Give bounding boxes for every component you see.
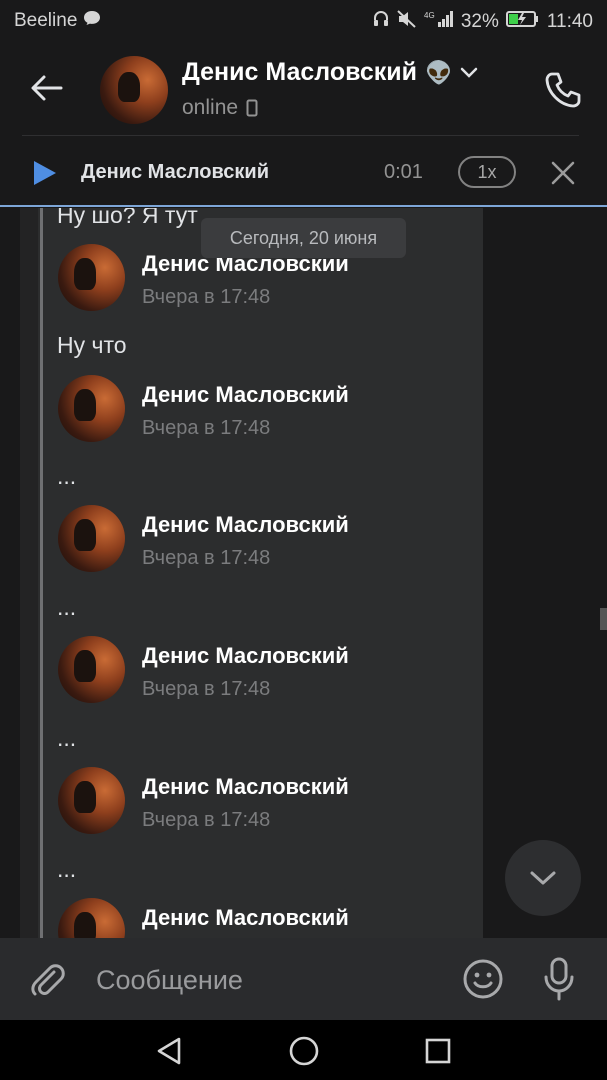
microphone-icon (544, 957, 574, 1001)
clock: 11:40 (546, 11, 593, 32)
message-text: ... (57, 856, 77, 882)
chat-header: Денис Масловский 👽 online (0, 42, 607, 136)
play-button[interactable] (30, 159, 58, 187)
contact-name: Денис Масловский (182, 58, 417, 86)
forward-date: Вчера в 17:48 (142, 678, 271, 700)
scrollbar-thumb[interactable] (600, 608, 607, 630)
message-text: ... (57, 463, 77, 489)
contact-status: online (182, 96, 239, 119)
system-navigation-bar (0, 1020, 607, 1080)
contact-title-row[interactable]: Денис Масловский 👽 (182, 58, 478, 87)
message-input[interactable] (96, 960, 436, 1000)
back-button[interactable] (22, 66, 72, 110)
triangle-back-icon (157, 1037, 181, 1065)
network-type-label: 4G (424, 11, 435, 20)
emoji-button[interactable] (460, 956, 506, 1002)
signal-icon: 4G (424, 10, 454, 34)
paperclip-icon (31, 964, 65, 996)
forward-date: Вчера в 17:48 (142, 809, 271, 831)
forward-author[interactable]: Денис Масловский (142, 643, 349, 669)
forward-author[interactable]: Денис Масловский (142, 905, 349, 931)
contact-status-row: online (182, 96, 258, 120)
chevron-down-icon (461, 67, 478, 78)
player-title: Денис Масловский (81, 161, 269, 183)
battery-charging-icon (505, 10, 540, 34)
mute-icon (397, 10, 417, 34)
forward-date: Вчера в 17:48 (142, 417, 271, 439)
message-list[interactable]: Ну шо? Я тут Денис Масловский Вчера в 17… (0, 208, 607, 938)
message-text: ... (57, 725, 77, 751)
forward-date: Вчера в 17:48 (142, 286, 271, 308)
forward-author[interactable]: Денис Масловский (142, 382, 349, 408)
attach-button[interactable] (24, 956, 70, 1002)
player-close-button[interactable] (545, 155, 581, 191)
chat-left-strip (20, 208, 38, 938)
carrier-name: Beeline (14, 10, 78, 31)
forward-avatar[interactable] (58, 375, 125, 442)
player-time: 0:01 (384, 161, 423, 183)
headset-icon (372, 10, 390, 34)
forward-author[interactable]: Денис Масловский (142, 774, 349, 800)
forward-author[interactable]: Денис Масловский (142, 512, 349, 538)
forward-avatar[interactable] (58, 505, 125, 572)
playback-speed-button[interactable]: 1x (458, 156, 516, 188)
message-text: ... (57, 594, 77, 620)
nav-recents-button[interactable] (421, 1034, 455, 1068)
forward-date: Вчера в 17:48 (142, 547, 271, 569)
smile-icon (463, 959, 503, 999)
message-text: Ну шо? Я тут (57, 208, 198, 228)
nav-back-button[interactable] (152, 1034, 186, 1068)
message-icon (83, 10, 101, 32)
play-icon (34, 161, 56, 185)
audio-player-bar[interactable]: Денис Масловский 0:01 1x (0, 137, 607, 207)
forward-avatar[interactable] (58, 244, 125, 311)
scroll-to-bottom-button[interactable] (505, 840, 581, 916)
phone-icon (545, 72, 581, 108)
date-separator-chip: Сегодня, 20 июня (201, 218, 406, 258)
chat-right-area (483, 208, 607, 938)
voice-record-button[interactable] (536, 954, 582, 1004)
alien-emoji-icon: 👽 (425, 59, 453, 85)
message-text: Ну что (57, 332, 127, 358)
close-icon (551, 161, 575, 185)
chevron-down-icon (530, 871, 556, 885)
call-button[interactable] (539, 66, 587, 114)
status-bar: Beeline 4G 32% 11:40 (0, 0, 607, 42)
contact-avatar[interactable] (100, 56, 168, 124)
nav-home-button[interactable] (287, 1034, 321, 1068)
message-composer (0, 938, 607, 1020)
forward-avatar[interactable] (58, 767, 125, 834)
forward-avatar[interactable] (58, 636, 125, 703)
phone-device-icon (246, 99, 258, 117)
square-recents-icon (425, 1038, 451, 1064)
arrow-left-icon (31, 75, 63, 101)
status-carrier-group: Beeline (14, 10, 101, 32)
header-divider (22, 135, 579, 136)
status-right-group: 4G 32% 11:40 (372, 10, 593, 34)
circle-home-icon (289, 1036, 319, 1066)
battery-percent: 32% (460, 11, 499, 32)
forward-quote-line (40, 208, 43, 938)
